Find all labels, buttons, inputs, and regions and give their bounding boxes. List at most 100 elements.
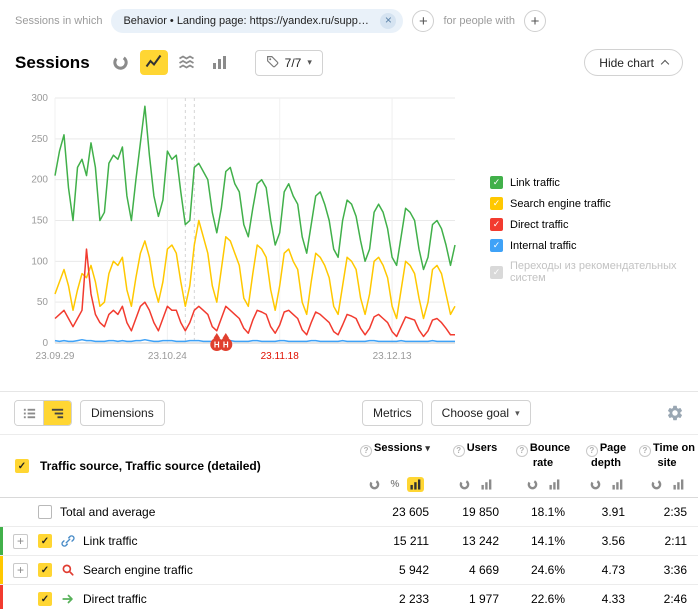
pie-display-icon[interactable] — [648, 477, 665, 492]
row-color-stripe — [0, 527, 3, 555]
info-icon[interactable]: ? — [360, 445, 372, 457]
info-icon[interactable]: ? — [453, 445, 465, 457]
segments-visible-dropdown[interactable]: 7/7 ▾ — [255, 50, 323, 76]
sessions-chart: 0 50 100 150 200 250 300 23.09.29 23.10.24 23.11.… — [0, 76, 698, 391]
expand-row-button[interactable]: + — [13, 534, 28, 549]
pie-display-icon[interactable] — [524, 477, 541, 492]
legend-checkbox[interactable]: ✓ — [490, 218, 503, 231]
dimension-header[interactable]: Traffic source, Traffic source (detailed… — [40, 459, 261, 473]
metric-value: 2:46 — [636, 592, 698, 606]
add-people-condition-button[interactable]: + — [524, 10, 546, 32]
page-title: Sessions — [15, 53, 90, 73]
metrics-button[interactable]: Metrics — [362, 400, 423, 426]
chip-close-icon[interactable]: × — [380, 13, 396, 29]
row-label[interactable]: Link traffic — [83, 534, 137, 548]
info-icon[interactable]: ? — [639, 445, 651, 457]
chart-header: Sessions 7/7 ▾ Hide chart — [0, 33, 698, 76]
percent-display-icon[interactable]: % — [388, 477, 403, 492]
annotation-pin[interactable]: Н — [219, 333, 232, 351]
metric-value: 3.56 — [576, 534, 636, 548]
row-label[interactable]: Search engine traffic — [83, 563, 193, 577]
pie-display-icon[interactable] — [456, 477, 473, 492]
svg-text:200: 200 — [31, 175, 48, 186]
svg-text:23.11.18: 23.11.18 — [261, 351, 300, 362]
svg-text:150: 150 — [31, 216, 48, 227]
legend-checkbox[interactable]: ✓ — [490, 266, 503, 279]
choose-goal-dropdown[interactable]: Choose goal ▾ — [431, 400, 531, 426]
table-toolbar: Dimensions Metrics Choose goal ▾ — [0, 392, 698, 434]
legend-label: Internal traffic — [510, 240, 576, 252]
column-header-bounce-rate[interactable]: ?Bounce rate — [510, 435, 576, 497]
legend-checkbox[interactable]: ✓ — [490, 197, 503, 210]
svg-text:250: 250 — [31, 134, 48, 145]
column-header-time-on-site[interactable]: ?Time on site — [636, 435, 698, 497]
dimensions-button[interactable]: Dimensions — [80, 400, 165, 426]
bars-display-icon[interactable] — [546, 477, 563, 492]
table-row-total-and-average: Total and average23 60519 85018.1%3.912:… — [0, 498, 698, 527]
row-checkbox[interactable]: ✓ — [38, 592, 52, 606]
legend-checkbox[interactable]: ✓ — [490, 239, 503, 252]
metric-value: 2:35 — [636, 505, 698, 519]
metric-value: 3:36 — [636, 563, 698, 577]
sessions-line-chart[interactable]: 0 50 100 150 200 250 300 23.09.29 23.10.24 23.11.… — [15, 90, 485, 368]
legend-item[interactable]: ✓Переходы из рекомендательных систем — [490, 260, 698, 284]
info-icon[interactable]: ? — [516, 445, 528, 457]
filter-prefix-label: Sessions in which — [15, 15, 102, 27]
expand-row-button[interactable]: + — [13, 563, 28, 578]
info-icon[interactable]: ? — [586, 445, 598, 457]
stacked-chart-type-button[interactable] — [173, 50, 201, 75]
hide-chart-button[interactable]: Hide chart — [584, 49, 683, 76]
row-checkbox[interactable]: ✓ — [38, 534, 52, 548]
svg-text:300: 300 — [31, 93, 48, 104]
legend-item[interactable]: ✓Search engine traffic — [490, 197, 698, 210]
row-first-cell: Total and average — [0, 498, 350, 526]
svg-text:Н: Н — [214, 341, 220, 350]
row-first-cell: + ✓ Search engine traffic — [0, 556, 350, 584]
settings-gear-icon[interactable] — [666, 404, 684, 422]
segment-chip[interactable]: Behavior • Landing page: https://yandex.… — [111, 9, 403, 33]
report-table-section: Dimensions Metrics Choose goal ▾ ✓ Traff… — [0, 391, 698, 609]
column-header-users[interactable]: ?Users — [440, 435, 510, 497]
row-checkbox[interactable] — [38, 505, 52, 519]
table-header: ✓ Traffic source, Traffic source (detail… — [0, 434, 698, 498]
add-session-condition-button[interactable]: + — [412, 10, 434, 32]
bars-display-icon[interactable] — [609, 477, 626, 492]
metric-value: 24.6% — [510, 563, 576, 577]
chart-legend: ✓Link traffic ✓Search engine traffic ✓Dire… — [490, 176, 698, 284]
legend-item[interactable]: ✓Link traffic — [490, 176, 698, 189]
legend-item[interactable]: ✓Direct traffic — [490, 218, 698, 231]
svg-text:23.10.24: 23.10.24 — [148, 351, 187, 362]
metric-value: 4.73 — [576, 563, 636, 577]
tree-view-button[interactable] — [43, 401, 71, 425]
metric-value: 4 669 — [440, 563, 510, 577]
row-checkbox[interactable]: ✓ — [38, 563, 52, 577]
metric-value: 22.6% — [510, 592, 576, 606]
legend-checkbox[interactable]: ✓ — [490, 176, 503, 189]
svg-text:23.09.29: 23.09.29 — [36, 351, 75, 362]
column-header-page-depth[interactable]: ?Page depth — [576, 435, 636, 497]
pie-display-icon[interactable] — [366, 477, 383, 492]
svg-text:0: 0 — [42, 338, 48, 349]
check-icon: ✓ — [18, 461, 26, 472]
select-all-checkbox[interactable]: ✓ — [15, 459, 29, 473]
bars-display-icon[interactable] — [670, 477, 687, 492]
tag-icon — [266, 55, 279, 71]
svg-text:100: 100 — [31, 256, 48, 267]
pie-chart-type-button[interactable] — [107, 50, 135, 75]
link-icon — [61, 534, 75, 548]
line-chart-type-button[interactable] — [140, 50, 168, 75]
bars-display-icon[interactable] — [407, 477, 424, 492]
svg-text:50: 50 — [37, 297, 49, 308]
metric-value: 13 242 — [440, 534, 510, 548]
legend-item[interactable]: ✓ Internal traffic — [490, 239, 698, 252]
flat-view-button[interactable] — [15, 401, 43, 425]
pie-display-icon[interactable] — [587, 477, 604, 492]
bars-display-icon[interactable] — [478, 477, 495, 492]
metric-value: 23 605 — [350, 505, 440, 519]
row-color-stripe — [0, 498, 3, 526]
metric-value: 18.1% — [510, 505, 576, 519]
row-label[interactable]: Direct traffic — [83, 592, 147, 606]
columns-chart-type-button[interactable] — [206, 50, 234, 75]
column-header-sessions[interactable]: ?Sessions ▾ % — [350, 435, 440, 497]
hide-chart-label: Hide chart — [599, 56, 654, 70]
